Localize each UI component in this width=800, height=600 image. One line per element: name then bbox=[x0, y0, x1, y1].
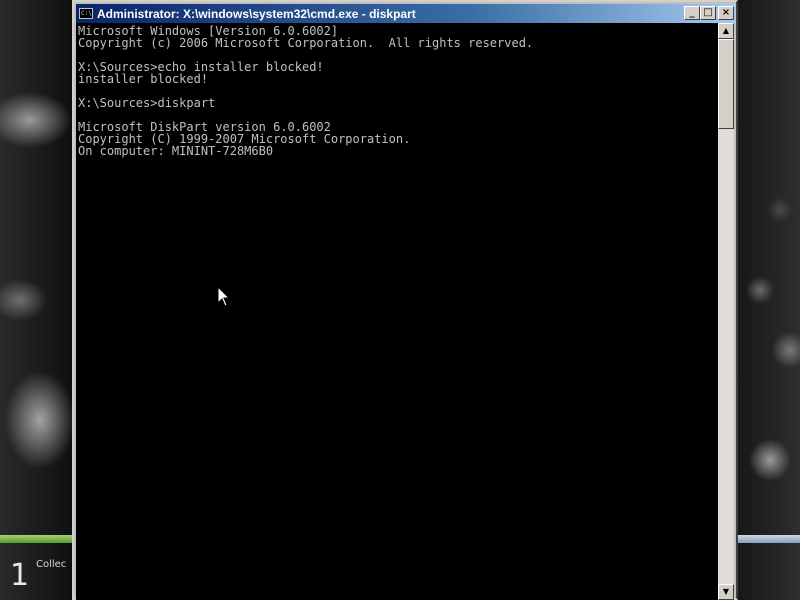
scroll-up-button[interactable]: ▲ bbox=[718, 23, 734, 39]
gadget-bar-right bbox=[738, 535, 800, 543]
console-line: On computer: MININT-728M6B0 bbox=[78, 144, 274, 158]
mouse-pointer-icon bbox=[217, 286, 231, 307]
console-line: installer blocked! bbox=[78, 72, 209, 86]
cmd-window[interactable]: C:\ Administrator: X:\windows\system32\c… bbox=[72, 0, 738, 600]
window-title: Administrator: X:\windows\system32\cmd.e… bbox=[97, 6, 416, 21]
console-line: Copyright (c) 2006 Microsoft Corporation… bbox=[78, 36, 534, 50]
window-controls: _ □ × bbox=[684, 6, 734, 20]
minimize-button[interactable]: _ bbox=[684, 6, 700, 20]
gadget-text: Collec bbox=[36, 559, 67, 570]
vertical-scrollbar[interactable]: ▲ ▼ bbox=[718, 23, 734, 600]
console-line: X:\Sources>diskpart bbox=[78, 96, 216, 110]
console-text: Microsoft Windows [Version 6.0.6002] Copy… bbox=[76, 23, 718, 157]
maximize-button[interactable]: □ bbox=[700, 6, 716, 20]
gadget-progress-bar bbox=[0, 535, 72, 543]
gadget-number: 1 bbox=[10, 558, 30, 593]
console-icon[interactable]: C:\ bbox=[79, 8, 93, 19]
close-button[interactable]: × bbox=[718, 6, 734, 20]
console-output[interactable]: Microsoft Windows [Version 6.0.6002] Copy… bbox=[76, 23, 718, 600]
scroll-down-button[interactable]: ▼ bbox=[718, 584, 734, 600]
window-titlebar[interactable]: C:\ Administrator: X:\windows\system32\c… bbox=[76, 4, 736, 23]
scroll-thumb[interactable] bbox=[718, 39, 734, 129]
